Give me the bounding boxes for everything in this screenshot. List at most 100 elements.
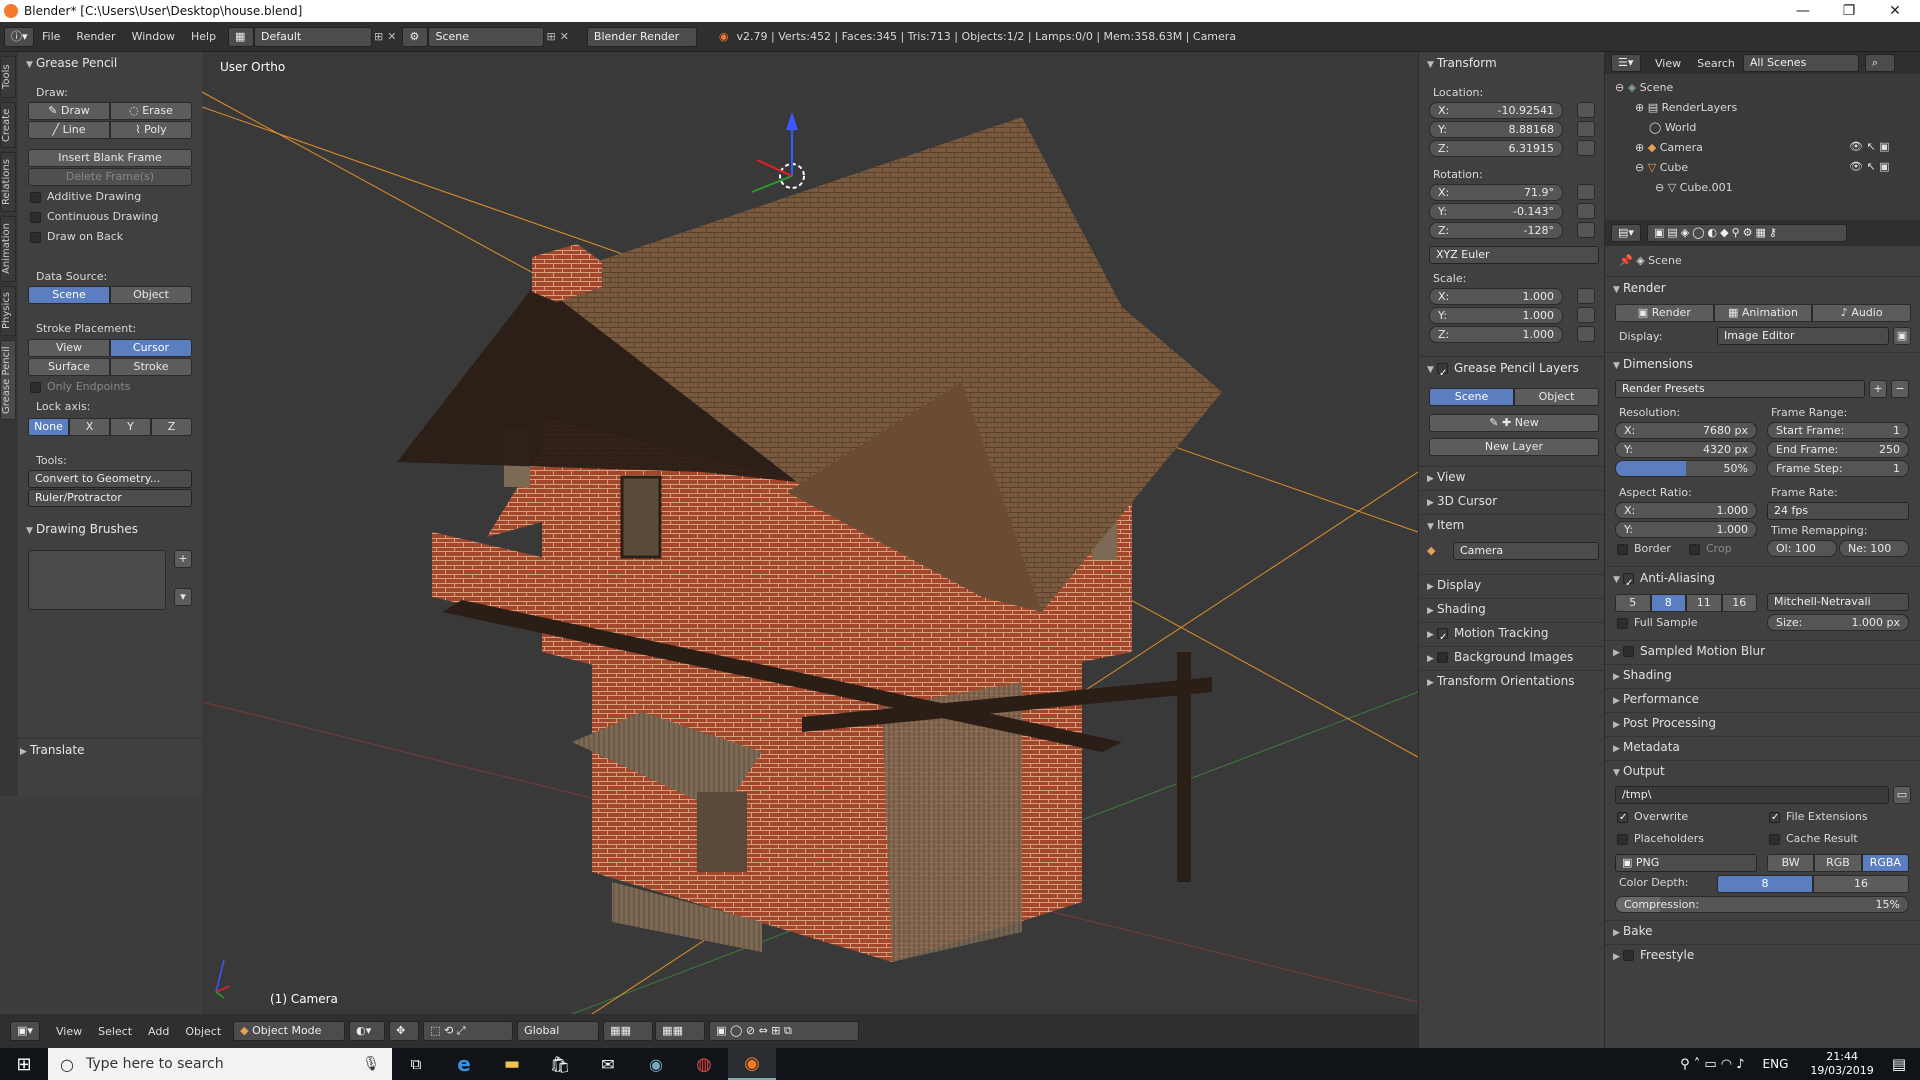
outliner-row-cube001[interactable]: ⊖ ▽ Cube.001 — [1615, 178, 1737, 198]
panel-header-translate[interactable]: ▶ Translate — [12, 738, 202, 760]
color-depth-16-button[interactable]: 16 — [1813, 875, 1909, 893]
location-x-field[interactable]: X: -10.92541 — [1429, 102, 1563, 119]
lock-icon[interactable] — [1577, 326, 1595, 342]
gpl-scene-button[interactable]: Scene — [1429, 388, 1514, 406]
draw-on-back-checkbox[interactable]: Draw on Back — [30, 230, 123, 243]
location-y-field[interactable]: Y: 8.88168 — [1429, 121, 1563, 138]
line-button[interactable]: ╱ Line — [28, 121, 110, 139]
additive-drawing-checkbox[interactable]: Additive Drawing — [30, 190, 141, 203]
aa-filter-select[interactable]: Mitchell-Netravali — [1767, 593, 1909, 611]
editor-type-3d-icon[interactable]: ▣▾ — [10, 1021, 40, 1041]
panel-header-3d-cursor[interactable]: ▶ 3D Cursor — [1419, 490, 1605, 510]
panel-header-display[interactable]: ▶ Display — [1419, 574, 1605, 594]
crop-checkbox[interactable]: Crop — [1689, 542, 1732, 555]
rotation-x-field[interactable]: X: 71.9° — [1429, 184, 1563, 201]
render-presets-select[interactable]: Render Presets — [1615, 380, 1865, 398]
panel-header-motion-tracking[interactable]: ▶Motion Tracking — [1419, 622, 1605, 642]
render-button[interactable]: ▣ Render — [1615, 304, 1714, 322]
render-engine-select[interactable]: Blender Render — [586, 26, 697, 47]
3d-viewport[interactable]: User Ortho (1) Camera — [202, 52, 1418, 1014]
lock-axis-none-button[interactable]: None — [28, 418, 69, 436]
new-layer-button[interactable]: New Layer — [1429, 438, 1599, 456]
file-explorer-icon[interactable]: ▬ — [488, 1054, 536, 1074]
language-indicator[interactable]: ENG — [1763, 1057, 1789, 1071]
lock-axis-x-button[interactable]: X — [69, 418, 110, 436]
lock-icon[interactable] — [1577, 222, 1595, 238]
edge-icon[interactable]: e — [440, 1052, 488, 1076]
menu-window[interactable]: Window — [124, 30, 183, 43]
resolution-y-field[interactable]: Y: 4320 px — [1615, 441, 1757, 458]
aa-samples-11[interactable]: 11 — [1686, 594, 1722, 612]
convert-to-geometry-menu[interactable]: Convert to Geometry... — [28, 470, 192, 488]
border-checkbox[interactable]: Border — [1617, 542, 1671, 555]
only-endpoints-checkbox[interactable]: Only Endpoints — [30, 380, 130, 393]
manipulator-toggles[interactable]: ⬚ ⟲ ⤢ — [423, 1021, 514, 1041]
remove-layout-icon[interactable]: ✕ — [387, 30, 396, 43]
windows-start-icon[interactable]: ⊞ — [0, 1054, 48, 1075]
clock[interactable]: 21:44 19/03/2019 — [1810, 1050, 1873, 1078]
poly-button[interactable]: ⌇ Poly — [110, 121, 192, 139]
color-depth-8-button[interactable]: 8 — [1717, 875, 1813, 893]
shading-select[interactable]: ◐▾ — [349, 1021, 386, 1041]
minimize-icon[interactable]: — — [1780, 0, 1826, 22]
time-remap-old-field[interactable]: Ol: 100 — [1767, 540, 1837, 557]
draw-button[interactable]: ✎ Draw — [28, 102, 110, 120]
brush-menu-icon[interactable]: ▾ — [174, 588, 192, 606]
stroke-view-button[interactable]: View — [28, 339, 110, 357]
remove-preset-icon[interactable]: − — [1891, 380, 1909, 398]
object-name-field[interactable]: Camera — [1453, 542, 1599, 560]
panel-header-metadata[interactable]: ▶ Metadata — [1605, 736, 1920, 756]
properties-editor-icon[interactable]: ▤▾ — [1611, 224, 1641, 242]
folder-icon[interactable]: ▭ — [1893, 786, 1911, 804]
color-rgb-button[interactable]: RGB — [1814, 854, 1862, 872]
orientation-select[interactable]: Global — [517, 1021, 600, 1041]
panel-header-grease-pencil-layers[interactable]: ▼Grease Pencil Layers — [1419, 356, 1605, 378]
aa-samples-5[interactable]: 5 — [1615, 594, 1651, 612]
layers-grid-2[interactable]: ▦▦ — [655, 1021, 706, 1041]
tab-relations[interactable]: Relations — [0, 152, 16, 212]
panel-header-shading[interactable]: ▶ Shading — [1605, 664, 1920, 684]
panel-header-motion-blur[interactable]: ▶ Sampled Motion Blur — [1605, 640, 1920, 660]
add-preset-icon[interactable]: + — [1869, 380, 1887, 398]
location-z-field[interactable]: Z: 6.31915 — [1429, 140, 1563, 157]
animation-button[interactable]: ▦ Animation — [1713, 304, 1813, 322]
maximize-icon[interactable]: ❐ — [1826, 0, 1872, 22]
file-extensions-checkbox[interactable]: File Extensions — [1769, 810, 1868, 823]
brush-list[interactable] — [28, 550, 166, 610]
panel-header-drawing-brushes[interactable]: ▼ Drawing Brushes — [18, 518, 202, 540]
task-view-icon[interactable]: ⧉ — [392, 1055, 440, 1073]
insert-blank-frame-button[interactable]: Insert Blank Frame — [28, 149, 192, 167]
scale-z-field[interactable]: Z: 1.000 — [1429, 326, 1563, 343]
store-icon[interactable]: 🛍 — [536, 1055, 584, 1074]
editor-type-icon[interactable]: ⓘ▾ — [4, 26, 34, 47]
stroke-stroke-button[interactable]: Stroke — [110, 358, 192, 376]
frame-step-field[interactable]: Frame Step: 1 — [1767, 460, 1909, 477]
lock-axis-z-button[interactable]: Z — [151, 418, 192, 436]
lock-icon[interactable] — [1577, 288, 1595, 304]
lock-icon[interactable] — [1577, 140, 1595, 156]
continuous-drawing-checkbox[interactable]: Continuous Drawing — [30, 210, 158, 223]
outliner-row-camera[interactable]: ⊕ ◆ Camera — [1615, 138, 1737, 158]
menu-select[interactable]: Select — [90, 1025, 140, 1038]
rotation-z-field[interactable]: Z: -128° — [1429, 222, 1563, 239]
tab-tools[interactable]: Tools — [0, 56, 16, 98]
outliner-row-cube[interactable]: ⊖ ▽ Cube — [1615, 158, 1737, 178]
color-bw-button[interactable]: BW — [1767, 854, 1815, 872]
aa-size-field[interactable]: Size: 1.000 px — [1767, 614, 1909, 631]
aa-samples-16[interactable]: 16 — [1721, 594, 1757, 612]
menu-object[interactable]: Object — [177, 1025, 229, 1038]
panel-header-performance[interactable]: ▶ Performance — [1605, 688, 1920, 708]
microphone-icon[interactable]: 🎙 — [362, 1056, 380, 1072]
tab-animation[interactable]: Animation — [0, 216, 16, 282]
display-select[interactable]: Image Editor — [1717, 327, 1889, 345]
frame-rate-select[interactable]: 24 fps — [1767, 502, 1909, 520]
tab-create[interactable]: Create — [0, 102, 16, 148]
blender-taskbar-icon[interactable]: ◉ — [728, 1048, 776, 1080]
panel-header-transform-orientations[interactable]: ▶ Transform Orientations — [1419, 670, 1605, 690]
delete-frames-button[interactable]: Delete Frame(s) — [28, 168, 192, 186]
full-sample-checkbox[interactable]: Full Sample — [1617, 616, 1698, 629]
panel-header-bake[interactable]: ▶ Bake — [1605, 920, 1920, 940]
outliner-row-scene[interactable]: ⊖ ◈ Scene — [1615, 78, 1737, 98]
stroke-surface-button[interactable]: Surface — [28, 358, 110, 376]
add-layout-icon[interactable]: ⊞ — [374, 30, 383, 43]
